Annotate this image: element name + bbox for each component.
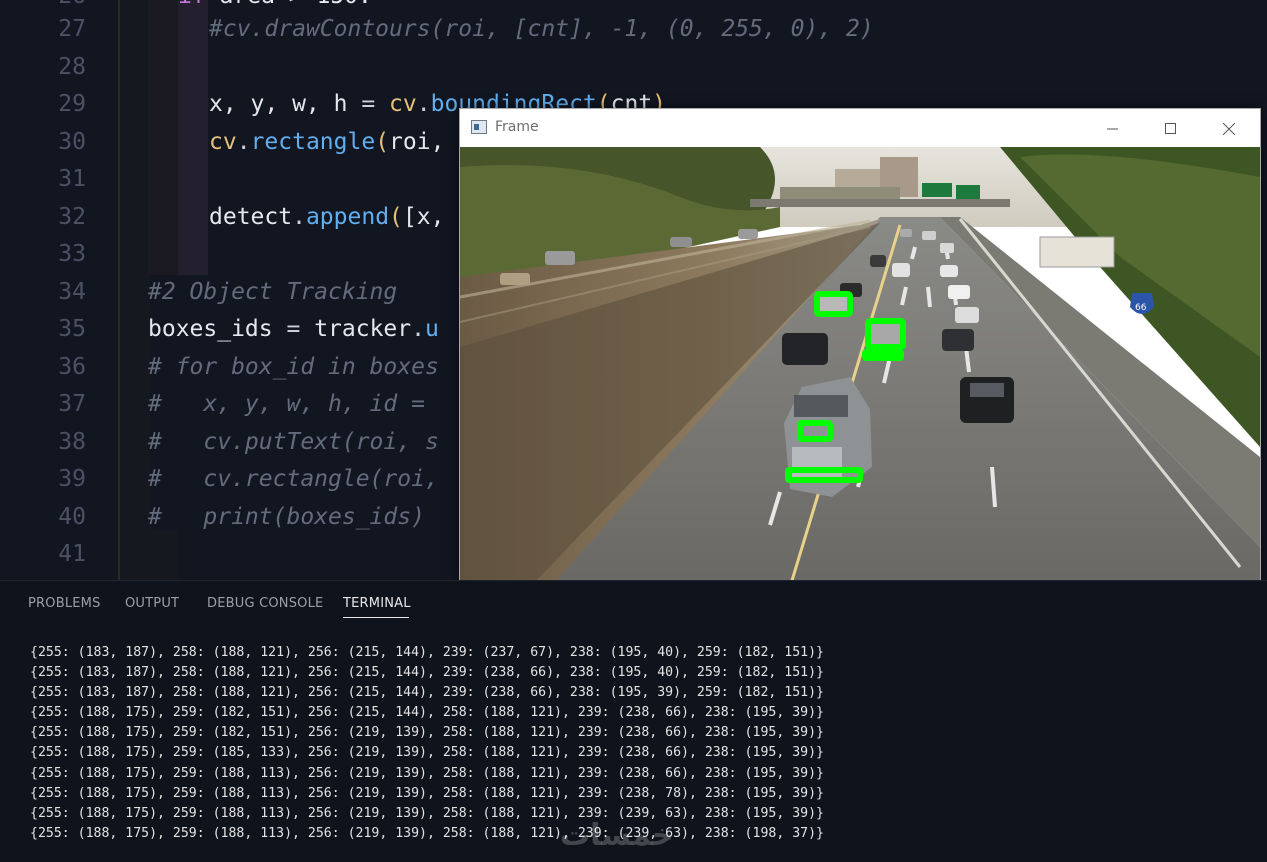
minimize-button[interactable] <box>1084 109 1142 147</box>
line-number: 40 <box>58 503 86 530</box>
code-token: ( <box>389 203 403 230</box>
code-token: ( <box>375 128 390 155</box>
app-window-icon <box>471 120 487 134</box>
terminal-line: {255: (188, 175), 259: (182, 151), 256: … <box>30 725 824 741</box>
code-line: #2 Object Tracking <box>148 274 397 311</box>
code-line: # print(boxes_ids) <box>148 499 425 536</box>
code-token: #cv.drawContours(roi, [cnt], -1, (0, 255… <box>209 16 874 42</box>
line-number: 33 <box>58 241 86 267</box>
code-line: boxes_ids = tracker.u <box>148 311 439 348</box>
line-number: 29 <box>58 91 86 117</box>
minimize-icon <box>1107 128 1118 129</box>
line-number: 36 <box>58 353 86 380</box>
code-token: u <box>424 316 439 342</box>
code-line: # for box_id in boxes <box>148 349 439 386</box>
terminal-line: {255: (188, 175), 259: (188, 113), 256: … <box>30 805 824 821</box>
line-number: 41 <box>58 541 86 567</box>
indent-guide <box>148 0 178 275</box>
detection-box <box>862 349 904 361</box>
code-token: . <box>292 203 306 230</box>
code-token: boxes_ids <box>148 316 287 342</box>
line-number: 30 <box>58 128 86 155</box>
terminal-line: {255: (183, 187), 258: (188, 121), 256: … <box>30 665 824 681</box>
maximize-icon <box>1165 122 1176 134</box>
code-token: . <box>411 316 425 342</box>
code-line: #cv.drawContours(roi, [cnt], -1, (0, 255… <box>209 11 874 48</box>
window-title: Frame <box>495 119 539 135</box>
frame-window[interactable]: Frame 66 <box>459 108 1261 588</box>
code-token: # cv.rectangle(roi, <box>148 466 439 492</box>
line-number: 35 <box>58 316 86 342</box>
terminal-line: {255: (188, 175), 259: (188, 113), 256: … <box>30 765 824 781</box>
code-token: . <box>416 91 431 117</box>
line-number: 32 <box>58 203 86 230</box>
line-number: 39 <box>58 466 86 492</box>
code-token: rectangle <box>250 128 376 155</box>
code-token: = <box>361 91 390 117</box>
code-token: cv <box>209 128 237 155</box>
highway-scene: 66 <box>460 147 1260 587</box>
maximize-button[interactable] <box>1142 109 1200 147</box>
code-token: # x, y, w, h, id = <box>148 391 425 417</box>
tab-terminal[interactable]: TERMINAL <box>343 596 411 611</box>
line-number: 38 <box>58 428 86 455</box>
code-line: # cv.rectangle(roi, <box>148 461 439 498</box>
terminal-line: {255: (183, 187), 258: (188, 121), 256: … <box>30 645 824 660</box>
close-button[interactable] <box>1200 109 1258 147</box>
code-token: x, y, w, h <box>209 91 362 117</box>
route-sign-text: 66 <box>1135 303 1147 313</box>
code-token: . <box>236 128 251 155</box>
indent-guide <box>148 530 178 580</box>
active-tab-indicator <box>343 617 409 618</box>
code-token: # cv.putText(roi, s <box>148 428 439 455</box>
tab-problems[interactable]: PROBLEMS <box>28 596 101 611</box>
terminal-line: {255: (188, 175), 259: (185, 133), 256: … <box>30 745 824 761</box>
tab-debug-console[interactable]: DEBUG CONSOLE <box>207 596 323 611</box>
code-token: #2 Object Tracking <box>148 278 398 305</box>
code-line: cv.rectangle(roi, <box>209 124 444 161</box>
code-token: = <box>286 316 315 342</box>
code-token: tracker <box>314 316 412 342</box>
tab-output[interactable]: OUTPUT <box>125 596 179 611</box>
video-frame: 66 <box>460 147 1260 587</box>
code-token: append <box>305 203 390 230</box>
code-line: # cv.putText(roi, s <box>148 424 439 461</box>
terminal-output[interactable]: {255: (183, 187), 258: (188, 121), 256: … <box>30 643 824 844</box>
line-number: 34 <box>58 278 86 305</box>
code-line: # x, y, w, h, id = <box>148 386 425 423</box>
code-token: roi, <box>389 128 445 155</box>
code-token: [x, <box>402 203 445 230</box>
code-token: # print(boxes_ids) <box>148 503 425 530</box>
code-token: detect <box>209 203 293 230</box>
terminal-line: {255: (188, 175), 259: (182, 151), 256: … <box>30 705 824 721</box>
line-number: 28 <box>58 53 86 80</box>
code-token: cv <box>389 91 417 117</box>
terminal-line: {255: (188, 175), 259: (188, 113), 256: … <box>30 785 824 801</box>
line-number: 27 <box>58 16 86 42</box>
indent-guide <box>178 0 208 275</box>
line-number: 31 <box>58 166 86 192</box>
indent-guide <box>118 0 150 580</box>
window-titlebar[interactable]: Frame <box>460 109 1260 147</box>
code-line: detect.append([x, <box>209 199 444 236</box>
line-number: 37 <box>58 391 86 417</box>
watermark: خمسات <box>560 818 674 853</box>
close-icon <box>1222 122 1236 135</box>
terminal-line: {255: (183, 187), 258: (188, 121), 256: … <box>30 685 824 701</box>
terminal-line: {255: (188, 175), 259: (188, 113), 256: … <box>30 825 824 841</box>
code-token: # for box_id in boxes <box>148 353 439 380</box>
